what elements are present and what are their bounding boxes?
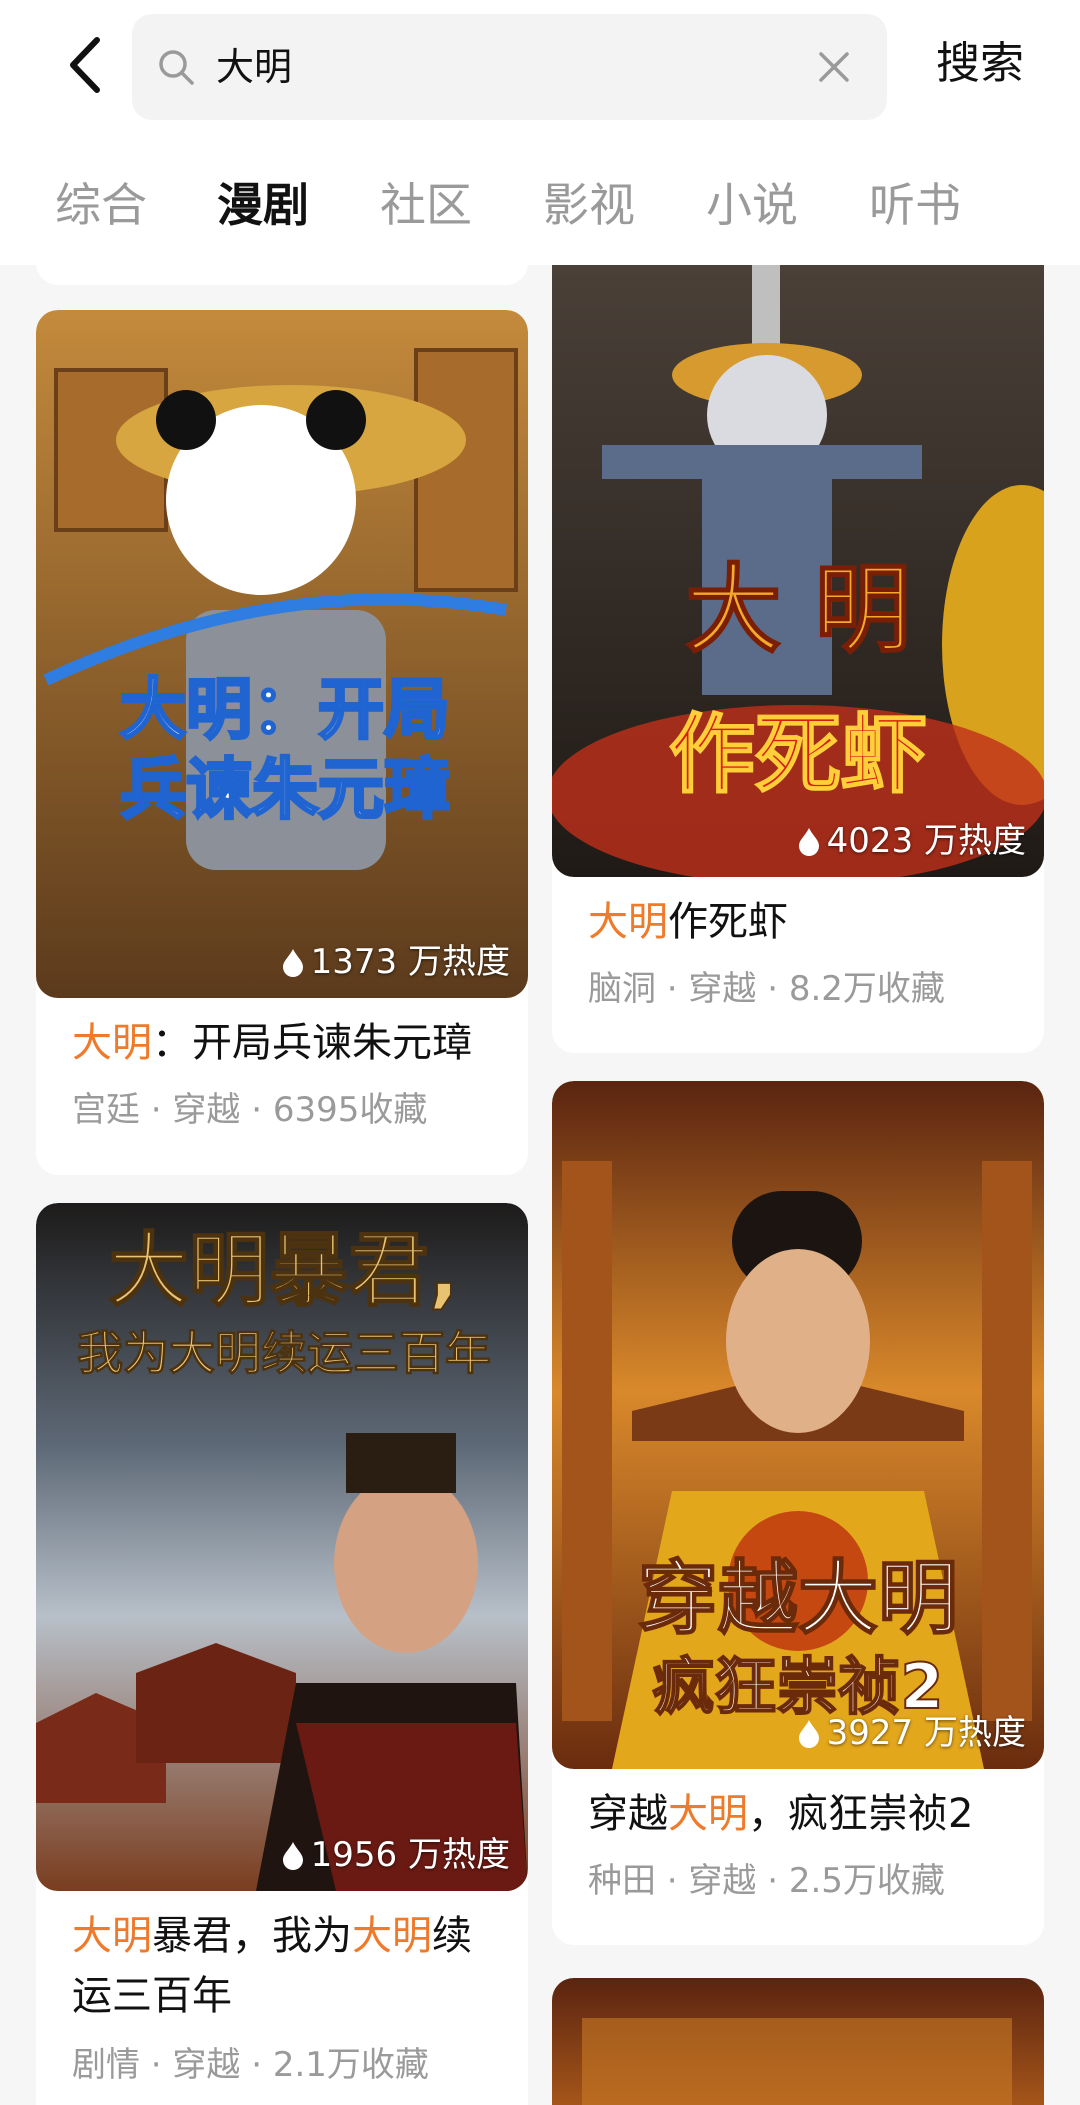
heat-badge: 4023 万热度 [797, 821, 1026, 861]
clear-icon[interactable] [813, 46, 855, 88]
drama-cover: 大明暴君, 我为大明续运三百年 1956 万热度 [36, 1203, 528, 1891]
back-button[interactable] [50, 30, 120, 100]
drama-cover: 大明：开局 兵谏朱元璋 1373 万热度 [36, 310, 528, 998]
tab-film[interactable]: 影视 [543, 175, 635, 235]
drama-title: 穿越大明，疯狂崇祯2 [588, 1784, 1014, 1844]
tab-community[interactable]: 社区 [380, 175, 472, 235]
title-rest: ：开局兵谏朱元璋 [152, 1020, 472, 1066]
top-bar: 大明 搜索 [0, 0, 1080, 135]
category-tabs: 综合 漫剧 社区 影视 小说 听书 [0, 135, 1080, 265]
title-highlight: 大明 [72, 1020, 152, 1066]
title-rest: ，疯狂崇祯2 [748, 1791, 974, 1837]
chevron-left-icon [70, 37, 100, 93]
title-rest: 作死虾 [668, 899, 788, 945]
heat-value: 3927 万热度 [826, 1713, 1026, 1753]
tab-novel[interactable]: 小说 [706, 175, 798, 235]
cover-art [552, 1978, 1044, 2105]
heat-value: 1956 万热度 [310, 1835, 510, 1875]
drama-meta: 宫廷 · 穿越 · 6395收藏 [72, 1090, 428, 1130]
tab-manju[interactable]: 漫剧 [217, 175, 309, 235]
drama-title: 大明暴君，我为大明续运三百年 [72, 1906, 498, 2026]
title-highlight: 大明 [588, 899, 668, 945]
drama-meta: 种田 · 穿越 · 2.5万收藏 [588, 1861, 945, 1901]
drama-cover: 大 明 作死虾 4023 万热度 [552, 265, 1044, 877]
title-mid: 暴君，我为 [152, 1913, 352, 1959]
tab-comprehensive[interactable]: 综合 [55, 175, 147, 235]
title-highlight: 大明 [72, 1913, 152, 1959]
drama-title: 大明作死虾 [588, 892, 1014, 952]
drama-meta: 脑洞 · 穿越 · 8.2万收藏 [588, 969, 945, 1009]
card-partial-top[interactable] [36, 265, 528, 285]
cover-title-line1: 大明：开局 [119, 670, 452, 750]
flame-icon [282, 1842, 303, 1870]
drama-card[interactable]: 穿越大明 疯狂崇祯2 3927 万热度 穿越大明，疯狂崇祯2 种田 · 穿越 ·… [552, 1081, 1044, 1945]
flame-icon [798, 1720, 819, 1748]
drama-card[interactable]: 大 明 作死虾 4023 万热度 大明作死虾 脑洞 · 穿越 · 8.2万收藏 [552, 265, 1044, 1053]
cover-title-line2: 作死虾 [668, 704, 928, 806]
cover-title-line1: 大明暴君, [108, 1223, 460, 1318]
drama-card[interactable]: 大明暴君, 我为大明续运三百年 1956 万热度 大明暴君，我为大明续运三百年 … [36, 1203, 528, 2105]
drama-card-partial[interactable] [552, 1978, 1044, 2105]
search-input[interactable]: 大明 [132, 14, 887, 120]
heat-value: 1373 万热度 [310, 942, 510, 982]
heat-badge: 1956 万热度 [281, 1835, 510, 1875]
search-query: 大明 [216, 45, 293, 89]
drama-title: 大明：开局兵谏朱元璋 [72, 1013, 498, 1073]
cover-title-line1: 大 明 [684, 554, 911, 666]
cover-title-line2: 我为大明续运三百年 [77, 1326, 492, 1381]
title-prefix: 穿越 [588, 1791, 668, 1837]
title-highlight: 大明 [668, 1791, 748, 1837]
search-icon [159, 50, 194, 85]
drama-meta: 剧情 · 穿越 · 2.1万收藏 [72, 2045, 429, 2085]
flame-icon [798, 828, 819, 856]
cover-art [36, 310, 528, 998]
heat-value: 4023 万热度 [826, 821, 1026, 861]
search-button[interactable]: 搜索 [936, 32, 1024, 96]
heat-badge: 1373 万热度 [281, 942, 510, 982]
tab-audiobook[interactable]: 听书 [869, 175, 961, 235]
drama-cover: 穿越大明 疯狂崇祯2 3927 万热度 [552, 1081, 1044, 1769]
title-highlight-2: 大明 [352, 1913, 432, 1959]
heat-badge: 3927 万热度 [797, 1713, 1026, 1753]
cover-title-line2: 兵谏朱元璋 [119, 750, 452, 830]
cover-title-line1: 穿越大明 [637, 1551, 959, 1646]
flame-icon [282, 949, 303, 977]
drama-card[interactable]: 大明：开局 兵谏朱元璋 1373 万热度 大明：开局兵谏朱元璋 宫廷 · 穿越 … [36, 310, 528, 1175]
result-feed: 大明：开局 兵谏朱元璋 1373 万热度 大明：开局兵谏朱元璋 宫廷 · 穿越 … [0, 265, 1080, 2105]
